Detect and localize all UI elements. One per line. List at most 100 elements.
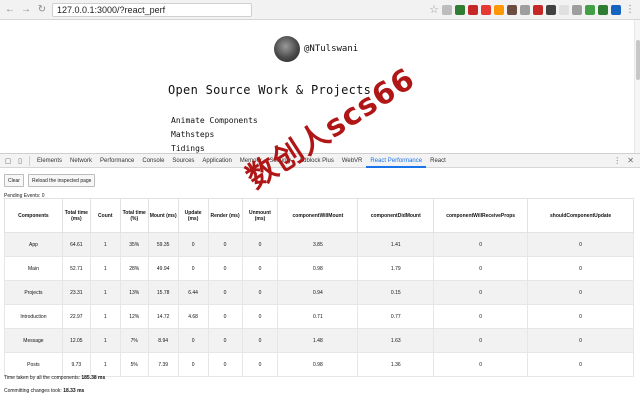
table-cell: 0	[433, 328, 529, 353]
extension-icon[interactable]	[442, 4, 452, 15]
tab-sources[interactable]: Sources	[168, 154, 198, 168]
tab-react-performance[interactable]: React Performance	[366, 154, 427, 168]
table-cell: 1	[89, 232, 121, 257]
table-cell: 0	[241, 352, 279, 377]
column-header[interactable]: componentWillReceiveProps	[433, 198, 529, 233]
devtools-actions: ⋮ ✕	[613, 156, 640, 165]
table-cell: 0	[207, 280, 243, 305]
reload-page-button[interactable]: Reload the inspected page	[27, 174, 96, 187]
column-header[interactable]: Mount (ms)	[147, 198, 179, 233]
table-cell: 64.61	[61, 232, 91, 257]
column-header[interactable]: Unmount (ms)	[241, 198, 279, 233]
column-header[interactable]: componentDidMount	[357, 198, 435, 233]
table-row: Posts 9.73 1 5% 7.39 0 0 0 0.98 1.36 0 0	[4, 352, 634, 377]
column-header[interactable]: Update (ms)	[177, 198, 209, 233]
table-row: Main 52.71 1 28% 49.94 0 0 0 0.98 1.79 0 0	[4, 256, 634, 281]
table-cell: 15.78	[147, 280, 179, 305]
tab-application[interactable]: Application	[198, 154, 235, 168]
avatar	[274, 36, 300, 62]
extension-icons: ☆ ⋮	[429, 3, 636, 16]
table-cell: 0.71	[277, 304, 359, 329]
column-header[interactable]: componentWillMount	[277, 198, 359, 233]
scrollbar-thumb[interactable]	[636, 40, 640, 80]
reload-icon[interactable]: ↻	[36, 4, 48, 16]
table-cell: 35%	[119, 232, 149, 257]
table-cell: 1.36	[357, 352, 435, 377]
table-row: Projects 23.31 1 13% 15.78 6.44 0 0 0.94 0.15 0 0	[4, 280, 634, 305]
extension-icon[interactable]	[520, 4, 530, 15]
table-cell: 0	[177, 352, 209, 377]
table-cell: 7.39	[147, 352, 179, 377]
table-cell: 0	[241, 328, 279, 353]
device-toolbar-icon[interactable]: ▯	[14, 155, 26, 167]
tab-react[interactable]: React	[426, 154, 450, 168]
table-cell: 0	[433, 304, 529, 329]
table-cell: 13%	[119, 280, 149, 305]
column-header[interactable]: Count	[89, 198, 121, 233]
project-link[interactable]: Animate Components	[171, 114, 258, 128]
back-icon[interactable]: ←	[4, 4, 16, 16]
table-cell: 12%	[119, 304, 149, 329]
tab-performance[interactable]: Performance	[96, 154, 138, 168]
table-cell: 1	[89, 256, 121, 281]
extension-icon[interactable]	[494, 4, 504, 15]
extension-icon[interactable]	[455, 4, 465, 15]
close-icon[interactable]: ✕	[627, 156, 634, 165]
column-header[interactable]: Components	[4, 198, 63, 233]
menu-icon[interactable]: ⋮	[624, 4, 636, 16]
table-cell: 0	[177, 232, 209, 257]
column-header[interactable]: Render (ms)	[207, 198, 243, 233]
table-row: App 64.61 1 35% 59.35 0 0 0 3.85 1.41 0 0	[4, 232, 634, 257]
table-cell: 0	[241, 304, 279, 329]
tab-network[interactable]: Network	[66, 154, 96, 168]
extension-icon[interactable]	[468, 4, 478, 15]
table-cell: 0.98	[277, 352, 359, 377]
clear-button[interactable]: Clear	[4, 174, 24, 187]
table-cell: 0.15	[357, 280, 435, 305]
table-cell: 49.94	[147, 256, 179, 281]
forward-icon[interactable]: →	[20, 4, 32, 16]
time-taken-line: Time taken by all the components: 185.38…	[4, 375, 105, 381]
table-cell: 1.63	[357, 328, 435, 353]
table-cell: 0	[527, 352, 634, 377]
extension-icon[interactable]	[533, 4, 543, 15]
table-cell: 1.79	[357, 256, 435, 281]
extension-icon[interactable]	[572, 4, 582, 15]
perf-table: Components Total time (ms) Count Total time…	[4, 198, 634, 377]
more-options-icon[interactable]: ⋮	[613, 156, 621, 165]
project-link[interactable]: Mathsteps	[171, 128, 258, 142]
extension-icon[interactable]	[559, 4, 569, 15]
component-name-cell: Introduction	[4, 304, 63, 329]
extension-icon[interactable]	[546, 4, 556, 15]
page-scrollbar[interactable]	[634, 20, 640, 153]
component-name-cell: Posts	[4, 352, 63, 377]
column-header[interactable]: Total time (ms)	[61, 198, 91, 233]
extension-icon[interactable]	[585, 4, 595, 15]
profile-header: @NTulswani	[274, 36, 358, 62]
tab-elements[interactable]: Elements	[33, 154, 66, 168]
tab-webvr[interactable]: WebVR	[338, 154, 367, 168]
table-header-row: Components Total time (ms) Count Total time…	[4, 198, 634, 233]
project-link[interactable]: Tidings	[171, 142, 258, 153]
address-url: 127.0.0.1:3000/?react_perf	[57, 4, 166, 15]
table-cell: 0	[207, 232, 243, 257]
address-bar[interactable]: 127.0.0.1:3000/?react_perf	[52, 2, 252, 17]
committing-label: Committing changes took:	[4, 388, 62, 394]
inspect-element-icon[interactable]: ▢	[2, 155, 14, 167]
table-cell: 1	[89, 328, 121, 353]
extension-icon[interactable]	[481, 4, 491, 15]
extension-icon[interactable]	[507, 4, 517, 15]
column-header[interactable]: Total time (%)	[119, 198, 149, 233]
table-cell: 9.73	[61, 352, 91, 377]
column-header[interactable]: shouldComponentUpdate	[527, 198, 634, 233]
table-row: Message 12.05 1 7% 8.94 0 0 0 1.48 1.63 0 0	[4, 328, 634, 353]
bookmark-star-icon[interactable]: ☆	[429, 3, 439, 16]
tab-console[interactable]: Console	[138, 154, 168, 168]
table-cell: 3.85	[277, 232, 359, 257]
extension-icon[interactable]	[598, 4, 608, 15]
table-cell: 0	[177, 328, 209, 353]
table-cell: 0	[241, 280, 279, 305]
table-cell: 52.71	[61, 256, 91, 281]
extension-icon[interactable]	[611, 4, 621, 15]
table-cell: 7%	[119, 328, 149, 353]
